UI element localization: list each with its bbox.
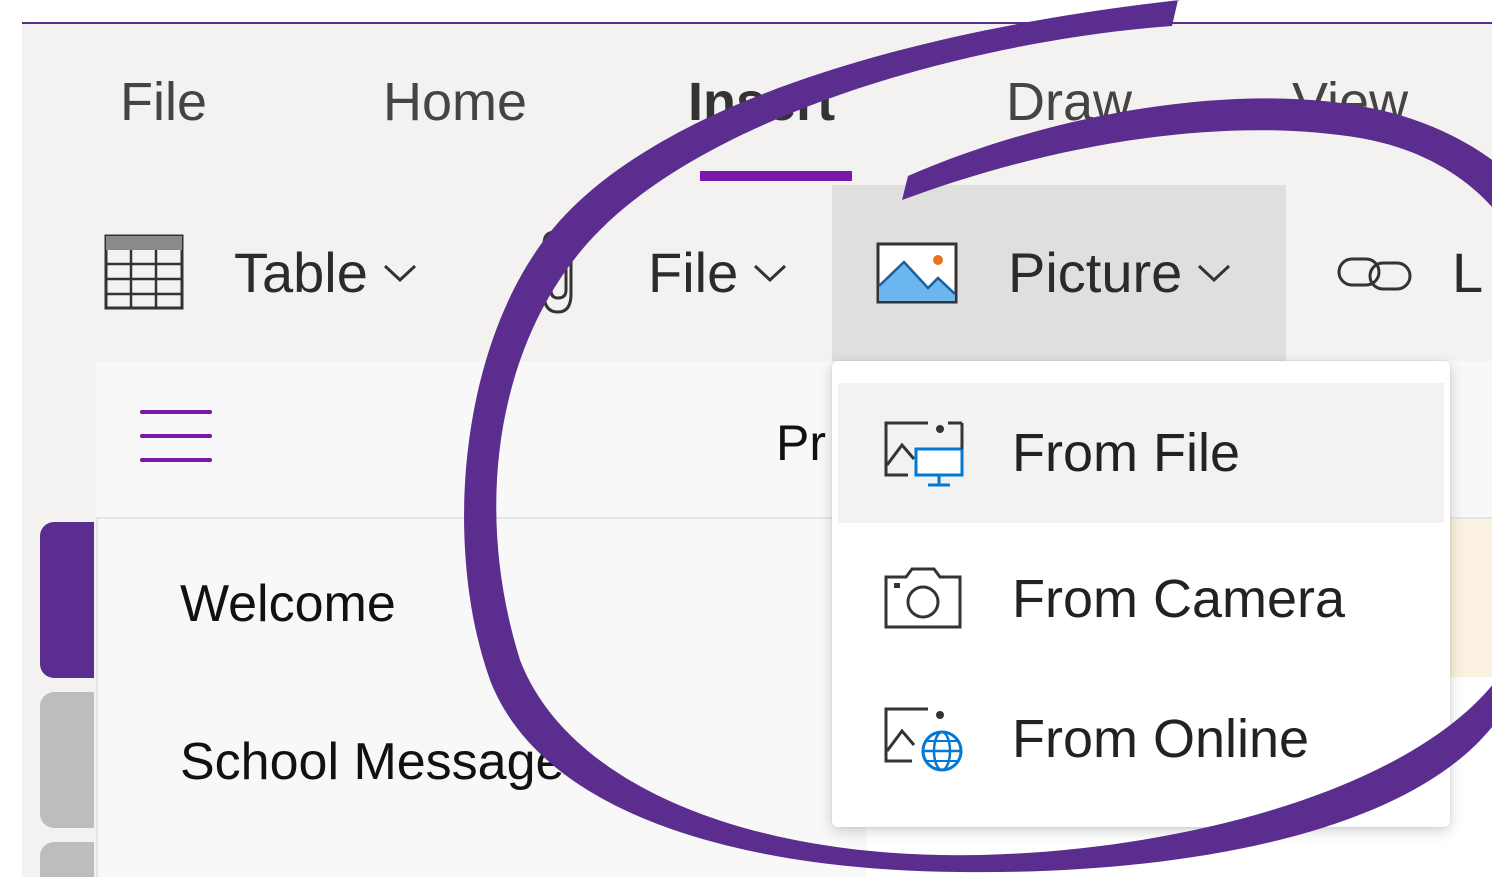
link-label: L (1452, 241, 1484, 304)
menu-item-from-online[interactable]: From Online (838, 669, 1444, 809)
menu-item-from-file[interactable]: From File (838, 383, 1444, 523)
section-tab[interactable] (40, 692, 94, 828)
insert-file-button[interactable]: File (536, 185, 788, 361)
file-label: File (648, 241, 739, 304)
picture-from-file-icon (884, 421, 964, 487)
tab-insert[interactable]: Insert (688, 75, 835, 129)
navigation-menu-icon[interactable] (140, 410, 212, 462)
table-label: Table (234, 241, 368, 304)
tab-draw[interactable]: Draw (1006, 75, 1132, 129)
insert-table-button[interactable]: Table (104, 185, 418, 361)
chevron-down-icon (383, 264, 416, 283)
picture-label: Picture (1008, 241, 1183, 304)
page-item-welcome[interactable]: Welcome (180, 578, 396, 630)
tab-home[interactable]: Home (383, 75, 527, 129)
link-icon (1337, 257, 1412, 291)
picture-icon (876, 242, 958, 304)
menu-item-label: From Camera (1012, 569, 1346, 629)
menu-item-label: From Online (1012, 709, 1310, 769)
section-tab[interactable] (40, 842, 94, 877)
table-icon (104, 234, 184, 310)
onenote-window: File Home Insert Draw View Table File Pi… (0, 0, 1492, 877)
insert-picture-button[interactable]: Picture (876, 185, 1232, 361)
camera-icon (884, 567, 962, 629)
active-tab-indicator (700, 171, 852, 181)
section-tab-active[interactable] (40, 522, 94, 678)
page-title: Pr (776, 418, 826, 468)
insert-link-button[interactable]: L (1336, 185, 1483, 361)
page-item-school-messages[interactable]: School Messages (180, 736, 590, 788)
menu-item-from-camera[interactable]: From Camera (838, 529, 1444, 669)
picture-dropdown-menu: From File From Camera From Online (832, 361, 1450, 827)
chevron-down-icon (1198, 264, 1231, 283)
tab-view[interactable]: View (1292, 75, 1408, 129)
menu-item-label: From File (1012, 423, 1240, 483)
picture-online-globe-icon (884, 707, 963, 772)
tab-file[interactable]: File (120, 75, 207, 129)
chevron-down-icon (754, 264, 787, 283)
paperclip-icon (542, 230, 573, 314)
